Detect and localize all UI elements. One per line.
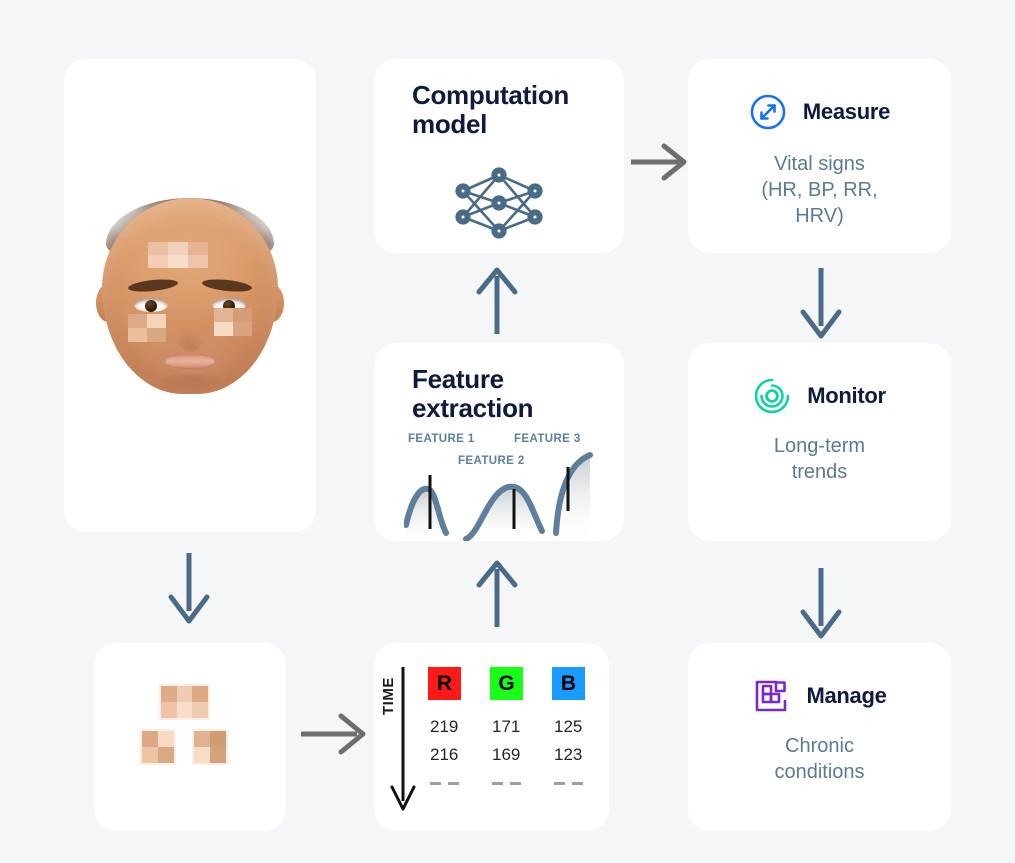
feature-extraction-card: Feature extraction FEATURE 1 FEATURE 2 F…: [374, 343, 624, 541]
pixel-cell-5: [192, 702, 208, 718]
patch-cheek-right: [192, 729, 228, 765]
measure-title: Measure: [802, 99, 891, 124]
pixel-cell-0: [161, 686, 177, 702]
roi-cheek-right: [214, 307, 252, 336]
mouth: [165, 353, 215, 369]
roi-forehead: [148, 241, 208, 268]
monitor-card: Monitor Long-term trends: [688, 343, 951, 541]
rgb-column-g: G 171 169: [490, 667, 534, 786]
rgb-columns: R 219 216 G 171 169 B 125 123: [428, 667, 596, 786]
channel-continuation-b: [552, 782, 596, 786]
arrow-rgb-to-feature: [476, 560, 518, 627]
dash: [430, 782, 441, 786]
pixel-cell-1: [233, 307, 252, 322]
dash: [554, 782, 565, 786]
pixel-cell-0: [142, 731, 158, 747]
pupil-left: [145, 299, 157, 312]
time-axis-label: TIME: [380, 677, 397, 715]
monitor-title: Monitor: [807, 383, 886, 408]
pixel-cell-1: [147, 313, 166, 328]
dash: [572, 782, 583, 786]
pixel-cell-2: [142, 747, 158, 763]
pixel-cell-1: [176, 686, 193, 702]
arrow-computation-to-measure: [631, 143, 687, 181]
pixel-cell-3: [148, 254, 168, 268]
pixel-cell-3: [233, 321, 252, 336]
channel-value-r-0: 219: [430, 717, 459, 736]
dash: [448, 782, 459, 786]
patch-cheek-left: [140, 729, 176, 765]
spiral-target-icon: [754, 378, 790, 414]
channel-continuation-g: [490, 782, 534, 786]
feature-1-label: FEATURE 1: [408, 433, 475, 445]
channel-header-b: B: [552, 667, 585, 700]
pixel-cell-1: [168, 241, 188, 255]
pixel-patches-card: [94, 643, 286, 831]
pixel-cell-3: [210, 747, 226, 763]
nose: [175, 309, 205, 352]
arrow-patches-to-rgb: [301, 713, 366, 755]
eye-left: [134, 297, 168, 312]
pixel-cell-2: [192, 686, 208, 702]
manage-title: Manage: [806, 683, 887, 708]
channel-value-b-1: 123: [554, 744, 583, 764]
pixel-cell-0: [148, 241, 168, 255]
measure-header: Measure: [688, 93, 951, 131]
pixel-cell-4: [168, 254, 188, 268]
channel-continuation-r: [428, 782, 472, 786]
pixel-cell-2: [194, 747, 210, 763]
pixel-cell-0: [128, 313, 147, 328]
chin-shadow: [156, 373, 224, 392]
pixel-cell-2: [214, 321, 233, 336]
monitor-subtitle: Long-term trends: [773, 435, 866, 483]
pixel-cell-4: [176, 702, 193, 718]
channel-value-g-0: 171: [492, 717, 521, 736]
dash: [510, 782, 521, 786]
manage-header: Manage: [688, 677, 951, 715]
manage-subtitle: Chronic conditions: [774, 735, 865, 783]
dashboard-grid-icon: [756, 680, 787, 712]
rgb-column-r: R 219 216: [428, 667, 472, 786]
dash: [492, 782, 503, 786]
rgb-signal-card: TIME R 219 216 G 171 169 B 125 123: [374, 643, 609, 831]
pixel-cell-0: [194, 731, 210, 747]
feature-waveforms: [404, 452, 593, 541]
roi-cheek-left: [128, 313, 166, 342]
arrow-measure-to-monitor: [800, 268, 842, 339]
feature-3-label: FEATURE 3: [514, 433, 581, 445]
pixel-cell-2: [188, 241, 208, 255]
arrow-feature-to-computation: [476, 267, 518, 334]
pixel-cell-3: [147, 327, 166, 342]
expand-arrows-circle-icon: [750, 94, 786, 130]
pixel-cell-1: [210, 731, 226, 747]
pixel-cell-1: [158, 731, 174, 747]
patch-forehead: [159, 684, 210, 720]
manage-card: Manage Chronic conditions: [688, 643, 951, 831]
channel-value-r-1: 216: [430, 744, 459, 764]
computation-model-title: Computation model: [412, 80, 570, 140]
monitor-header: Monitor: [688, 377, 951, 415]
pixel-cell-2: [128, 327, 147, 342]
computation-model-card: Computation model: [374, 59, 624, 253]
rgb-column-b: B 125 123: [552, 667, 596, 786]
channel-value-b-0: 125: [554, 717, 583, 736]
pixel-cell-0: [214, 307, 233, 322]
face-input-card: [64, 59, 316, 532]
neural-network-icon: [455, 167, 543, 239]
pixel-cell-3: [158, 747, 174, 763]
face-illustration: [96, 197, 284, 394]
measure-card: Measure Vital signs (HR, BP, RR, HRV): [688, 59, 951, 253]
channel-value-g-1: 169: [492, 744, 521, 764]
channel-header-g: G: [490, 667, 523, 700]
feature-extraction-title: Feature extraction: [412, 364, 534, 424]
pixel-cell-5: [188, 254, 208, 268]
diagram-canvas: Computation model Feature extraction FEA…: [0, 0, 1015, 863]
pixel-cell-3: [161, 702, 177, 718]
arrow-monitor-to-manage: [800, 568, 842, 639]
arrow-face-to-patches: [168, 553, 210, 624]
measure-subtitle: Vital signs (HR, BP, RR, HRV): [761, 153, 878, 227]
channel-header-r: R: [428, 667, 461, 700]
